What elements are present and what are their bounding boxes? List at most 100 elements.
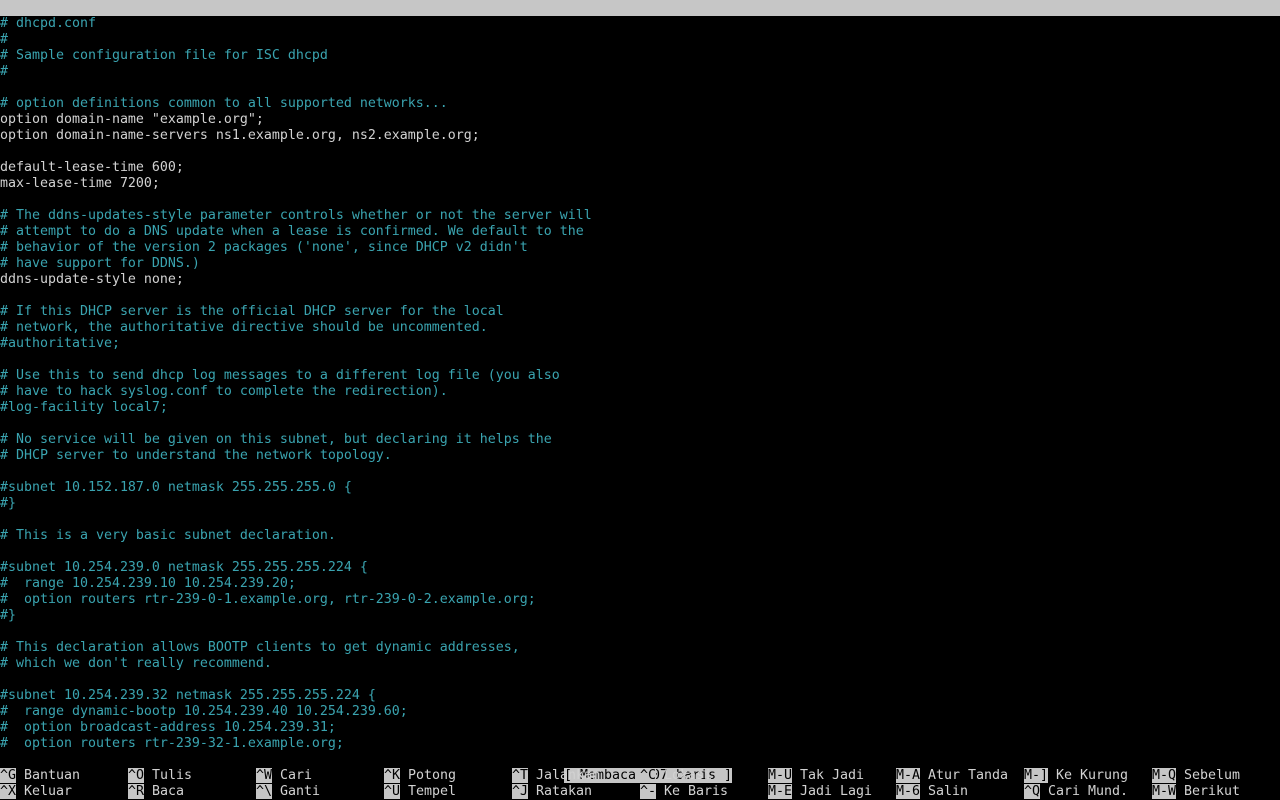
status-bar: [ Membaca 107 baris ] bbox=[0, 752, 1280, 783]
comment-line[interactable]: # have support for DDNS.) bbox=[0, 256, 1280, 272]
shortcut-label: Sebelum bbox=[1184, 768, 1240, 783]
code-line[interactable] bbox=[0, 624, 1280, 640]
comment-line[interactable]: # option broadcast-address 10.254.239.31… bbox=[0, 720, 1280, 736]
comment-line[interactable]: # Sample configuration file for ISC dhcp… bbox=[0, 48, 1280, 64]
code-line[interactable] bbox=[0, 544, 1280, 560]
comment-line[interactable]: # behavior of the version 2 packages ('n… bbox=[0, 240, 1280, 256]
code-line[interactable]: option domain-name-servers ns1.example.o… bbox=[0, 128, 1280, 144]
code-line[interactable] bbox=[0, 352, 1280, 368]
comment-line[interactable]: # range dynamic-bootp 10.254.239.40 10.2… bbox=[0, 704, 1280, 720]
shortcut-label: Jadi Lagi bbox=[800, 784, 872, 799]
shortcut-row: ^X Keluar ^R Baca ^\ Ganti ^U Tempel ^J Rata… bbox=[0, 784, 1280, 800]
code-line[interactable] bbox=[0, 512, 1280, 528]
shortcut-ke-baris[interactable]: ^- Ke Baris bbox=[640, 784, 768, 800]
title-bar: /etc/dhcp/dhcpd.conf GNU nano 7.2 bbox=[0, 0, 1280, 47]
shortcut-sebelum[interactable]: M-Q Sebelum bbox=[1152, 768, 1280, 784]
shortcut-bantuan[interactable]: ^G Bantuan bbox=[0, 768, 128, 784]
code-line[interactable]: default-lease-time 600; bbox=[0, 160, 1280, 176]
comment-line[interactable]: # range 10.254.239.10 10.254.239.20; bbox=[0, 576, 1280, 592]
shortcut-label: Tempel bbox=[408, 784, 456, 799]
comment-line[interactable]: # dhcpd.conf bbox=[0, 16, 1280, 32]
shortcut-ganti[interactable]: ^\ Ganti bbox=[256, 784, 384, 800]
shortcut-salin[interactable]: M-6 Salin bbox=[896, 784, 1024, 800]
shortcut-label: Potong bbox=[408, 768, 456, 783]
shortcut-label: Ratakan bbox=[536, 784, 592, 799]
code-line[interactable] bbox=[0, 144, 1280, 160]
comment-line[interactable]: #} bbox=[0, 608, 1280, 624]
code-line[interactable] bbox=[0, 672, 1280, 688]
code-line[interactable]: max-lease-time 7200; bbox=[0, 176, 1280, 192]
comment-line[interactable]: # This declaration allows BOOTP clients … bbox=[0, 640, 1280, 656]
shortcut-tulis[interactable]: ^O Tulis bbox=[128, 768, 256, 784]
comment-line[interactable]: # which we don't really recommend. bbox=[0, 656, 1280, 672]
comment-line[interactable]: #subnet 10.152.187.0 netmask 255.255.255… bbox=[0, 480, 1280, 496]
comment-line[interactable]: # No service will be given on this subne… bbox=[0, 432, 1280, 448]
comment-line[interactable]: # bbox=[0, 32, 1280, 48]
comment-line[interactable]: # If this DHCP server is the official DH… bbox=[0, 304, 1280, 320]
comment-line[interactable]: #authoritative; bbox=[0, 336, 1280, 352]
comment-line[interactable]: # network, the authoritative directive s… bbox=[0, 320, 1280, 336]
shortcut-lokasi[interactable]: ^C Lokasi bbox=[640, 768, 768, 784]
shortcut-atur-tanda[interactable]: M-A Atur Tanda bbox=[896, 768, 1024, 784]
shortcut-baca[interactable]: ^R Baca bbox=[128, 784, 256, 800]
shortcut-key: ^Q bbox=[1024, 784, 1040, 799]
code-line[interactable]: option domain-name "example.org"; bbox=[0, 112, 1280, 128]
code-line[interactable] bbox=[0, 288, 1280, 304]
comment-line[interactable]: # bbox=[0, 64, 1280, 80]
comment-line[interactable]: #subnet 10.254.239.0 netmask 255.255.255… bbox=[0, 560, 1280, 576]
shortcut-label: Lokasi bbox=[664, 768, 712, 783]
shortcut-key: ^\ bbox=[256, 784, 272, 799]
comment-line[interactable]: #log-facility local7; bbox=[0, 400, 1280, 416]
code-line[interactable] bbox=[0, 192, 1280, 208]
shortcut-jadi-lagi[interactable]: M-E Jadi Lagi bbox=[768, 784, 896, 800]
shortcut-potong[interactable]: ^K Potong bbox=[384, 768, 512, 784]
comment-line[interactable]: #subnet 10.254.239.32 netmask 255.255.25… bbox=[0, 688, 1280, 704]
comment-line[interactable]: # option routers rtr-239-32-1.example.or… bbox=[0, 736, 1280, 752]
shortcut-row: ^G Bantuan ^O Tulis ^W Cari ^K Potong ^T Jal… bbox=[0, 768, 1280, 784]
comment-line[interactable]: # have to hack syslog.conf to complete t… bbox=[0, 384, 1280, 400]
shortcut-key: M-] bbox=[1024, 768, 1048, 783]
editor-text-area[interactable]: # dhcpd.conf # # Sample configuration file… bbox=[0, 16, 1280, 752]
shortcut-key: ^T bbox=[512, 768, 528, 783]
shortcut-key: ^W bbox=[256, 768, 272, 783]
shortcut-label: Ke Baris bbox=[664, 784, 728, 799]
comment-line[interactable]: #} bbox=[0, 496, 1280, 512]
comment-line[interactable]: # The ddns-updates-style parameter contr… bbox=[0, 208, 1280, 224]
shortcut-label: Berikut bbox=[1184, 784, 1240, 799]
shortcut-tempel[interactable]: ^U Tempel bbox=[384, 784, 512, 800]
comment-line[interactable]: # option definitions common to all suppo… bbox=[0, 96, 1280, 112]
shortcut-key: ^- bbox=[640, 784, 656, 799]
shortcut-key: ^C bbox=[640, 768, 656, 783]
code-line[interactable]: ddns-update-style none; bbox=[0, 272, 1280, 288]
code-line[interactable] bbox=[0, 464, 1280, 480]
shortcut-key: ^J bbox=[512, 784, 528, 799]
shortcut-ratakan[interactable]: ^J Ratakan bbox=[512, 784, 640, 800]
shortcut-key: M-A bbox=[896, 768, 920, 783]
shortcut-jalankan[interactable]: ^T Jalankan bbox=[512, 768, 640, 784]
shortcut-berikut[interactable]: M-W Berikut bbox=[1152, 784, 1280, 800]
shortcut-key: M-U bbox=[768, 768, 792, 783]
shortcut-label: Jalankan bbox=[536, 768, 600, 783]
shortcut-keluar[interactable]: ^X Keluar bbox=[0, 784, 128, 800]
comment-line[interactable]: # attempt to do a DNS update when a leas… bbox=[0, 224, 1280, 240]
shortcut-key: M-6 bbox=[896, 784, 920, 799]
comment-line[interactable]: # Use this to send dhcp log messages to … bbox=[0, 368, 1280, 384]
shortcut-label: Ke Kurung bbox=[1056, 768, 1128, 783]
shortcut-label: Ganti bbox=[280, 784, 320, 799]
shortcut-cari[interactable]: ^W Cari bbox=[256, 768, 384, 784]
shortcut-label: Bantuan bbox=[24, 768, 80, 783]
shortcut-label: Cari bbox=[280, 768, 312, 783]
shortcut-label: Tak Jadi bbox=[800, 768, 864, 783]
shortcut-label: Cari Mund. bbox=[1048, 784, 1128, 799]
shortcut-key: ^G bbox=[0, 768, 16, 783]
comment-line[interactable]: # option routers rtr-239-0-1.example.org… bbox=[0, 592, 1280, 608]
shortcut-key: ^U bbox=[384, 784, 400, 799]
shortcut-key: ^O bbox=[128, 768, 144, 783]
shortcut-cari-mund[interactable]: ^Q Cari Mund. bbox=[1024, 784, 1152, 800]
shortcut-tak-jadi[interactable]: M-U Tak Jadi bbox=[768, 768, 896, 784]
code-line[interactable] bbox=[0, 416, 1280, 432]
comment-line[interactable]: # This is a very basic subnet declaratio… bbox=[0, 528, 1280, 544]
comment-line[interactable]: # DHCP server to understand the network … bbox=[0, 448, 1280, 464]
code-line[interactable] bbox=[0, 80, 1280, 96]
shortcut-ke-kurung[interactable]: M-] Ke Kurung bbox=[1024, 768, 1152, 784]
